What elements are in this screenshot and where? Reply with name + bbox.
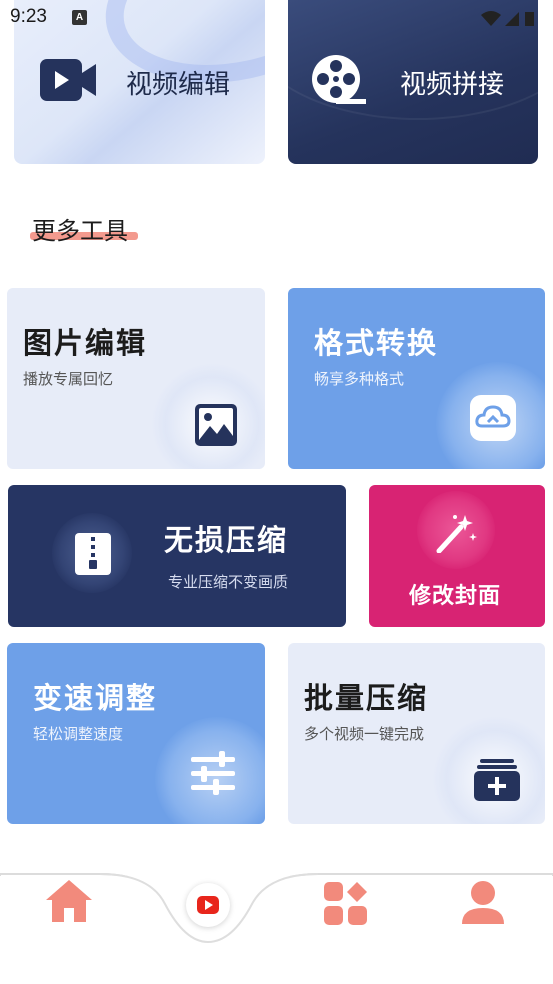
speed-adjust-title: 变速调整 [33, 681, 158, 715]
cloud-icon [470, 395, 516, 441]
signal-icon [505, 12, 519, 26]
person-icon[interactable] [460, 880, 506, 926]
bottom-nav [0, 860, 553, 984]
lossless-compress-title: 无损压缩 [164, 523, 289, 557]
batch-compress-subtitle: 多个视频一键完成 [304, 725, 425, 743]
edit-cover-title: 修改封面 [409, 584, 502, 609]
video-edit-label: 视频编辑 [126, 70, 231, 100]
add-box-icon [474, 759, 520, 801]
image-edit-tile[interactable]: 图片编辑 播放专属回忆 [7, 288, 265, 469]
image-edit-title: 图片编辑 [23, 326, 148, 360]
play-icon [197, 896, 219, 914]
format-convert-title: 格式转换 [314, 326, 439, 360]
batch-compress-title: 批量压缩 [304, 681, 429, 715]
status-bar: 9:23 A [0, 0, 553, 36]
format-convert-tile[interactable]: 格式转换 畅享多种格式 [288, 288, 545, 469]
sliders-icon [191, 751, 235, 795]
home-icon[interactable] [44, 878, 94, 924]
speed-adjust-tile[interactable]: 变速调整 轻松调整速度 [7, 643, 265, 824]
section-title: 更多工具 [32, 217, 128, 245]
zip-file-icon [75, 533, 111, 575]
image-icon [195, 404, 237, 446]
battery-icon [525, 12, 534, 26]
lossless-compress-subtitle: 专业压缩不变画质 [168, 573, 289, 591]
video-camera-icon [40, 59, 96, 101]
batch-compress-tile[interactable]: 批量压缩 多个视频一键完成 [288, 643, 545, 824]
magic-wand-icon [436, 515, 477, 553]
image-edit-subtitle: 播放专属回忆 [23, 370, 114, 388]
format-convert-subtitle: 畅享多种格式 [314, 370, 405, 388]
apps-grid-icon[interactable] [324, 882, 368, 926]
edit-cover-tile[interactable]: 修改封面 [369, 485, 545, 627]
wifi-icon [481, 11, 501, 26]
film-reel-icon [312, 55, 366, 104]
notification-icon: A [72, 10, 87, 25]
video-join-label: 视频拼接 [400, 70, 505, 100]
status-icons [481, 11, 534, 26]
speed-adjust-subtitle: 轻松调整速度 [33, 725, 124, 743]
lossless-compress-tile[interactable]: 无损压缩 专业压缩不变画质 [8, 485, 346, 627]
play-button[interactable] [186, 883, 230, 927]
status-time: 9:23 [10, 6, 47, 27]
